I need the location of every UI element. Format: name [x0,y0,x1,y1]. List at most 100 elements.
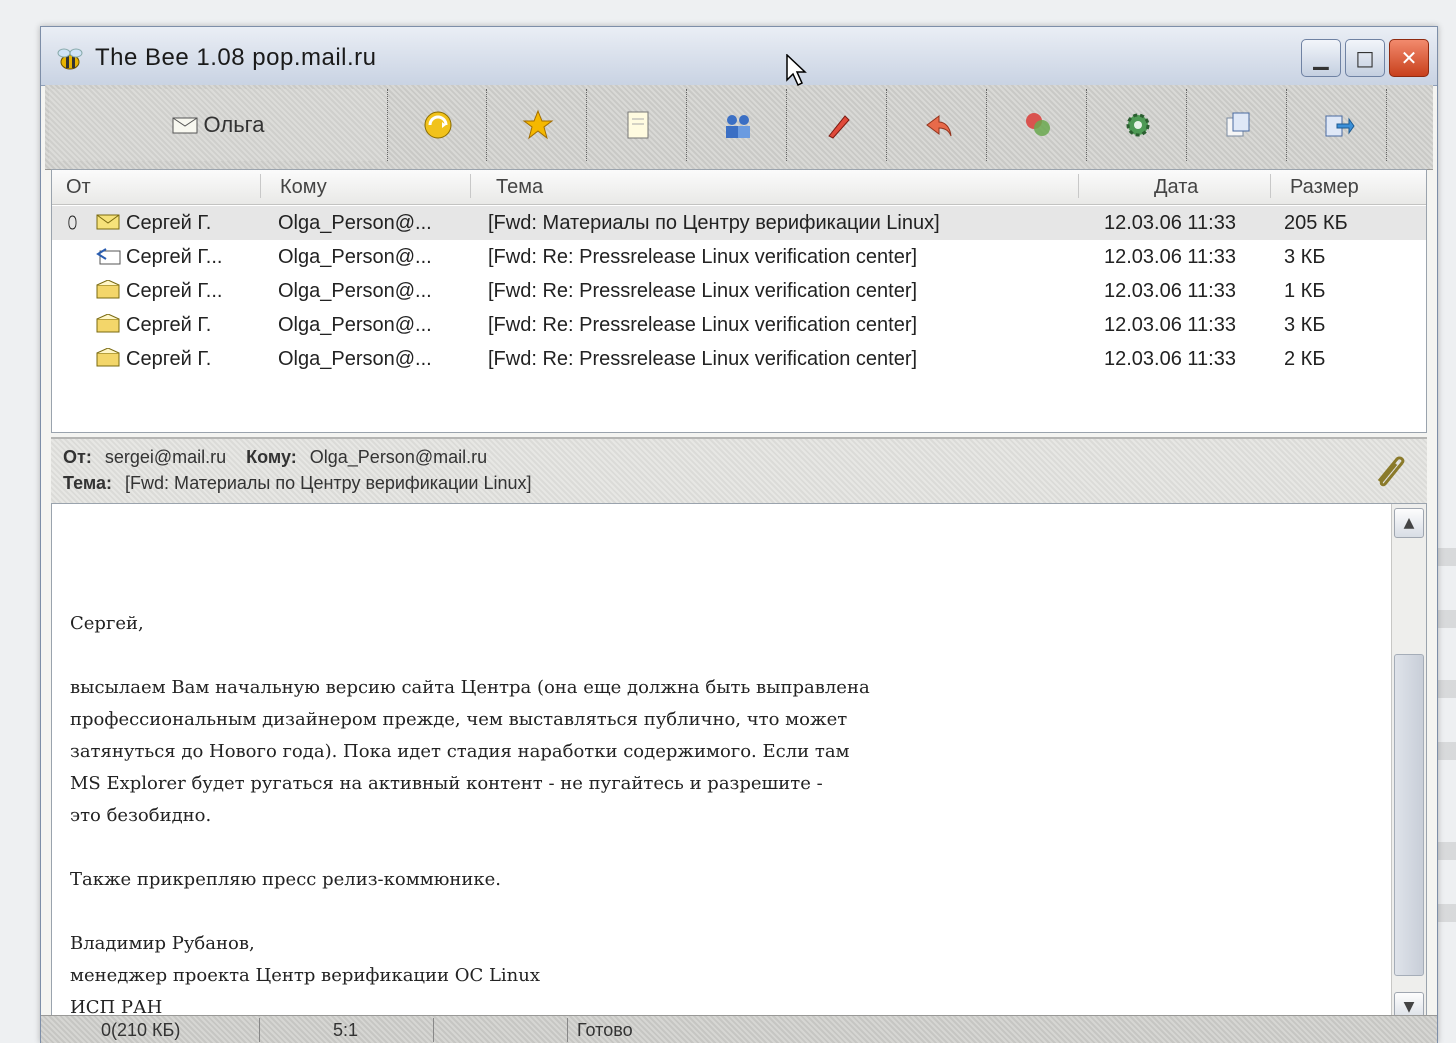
attachment-flag-icon: 𝟶 [66,212,79,234]
status-separator [259,1018,260,1042]
forward-button[interactable] [1290,89,1387,161]
maximize-icon: □ [1355,46,1375,70]
paperclip-attachment-icon[interactable] [1369,451,1409,491]
row-date: 12.03.06 11:33 [1104,212,1236,234]
message-list-header: От Кому Тема Дата Размер [52,170,1426,205]
mailbox-icon [172,117,198,134]
column-to[interactable]: Кому [280,176,327,199]
mouse-cursor-icon [786,54,807,87]
envelope-read-icon [96,280,120,299]
row-to: Olga_Person@... [278,348,432,370]
copy-button[interactable] [1190,89,1287,161]
row-to: Olga_Person@... [278,280,432,302]
row-from: Сергей Г. [126,212,212,234]
column-separator [1270,174,1271,198]
send-receive-button[interactable] [390,89,487,161]
edit-button[interactable] [790,89,887,161]
status-position: 5:1 [333,1020,359,1040]
column-size[interactable]: Размер [1290,176,1359,199]
row-from: Сергей Г... [126,280,223,302]
address-book-button[interactable] [690,89,787,161]
to-label: Кому: [246,447,297,467]
from-value: sergei@mail.ru [104,447,227,467]
minimize-button[interactable]: ▁ [1301,39,1341,77]
window-title: The Bee 1.08 pop.mail.ru [95,44,377,71]
row-date: 12.03.06 11:33 [1104,314,1236,336]
new-message-icon [627,111,649,139]
forward-icon [1325,115,1355,137]
row-size: 2 КБ [1284,348,1326,370]
row-date: 12.03.06 11:33 [1104,348,1236,370]
mail-client-window: The Bee 1.08 pop.mail.ru ▁ □ ✕ Ольга От … [40,26,1438,1043]
account-label: Ольга [203,112,265,137]
status-separator [433,1018,434,1042]
envelope-read-icon [96,314,120,333]
envelope-read-icon [96,348,120,367]
row-size: 3 КБ [1284,246,1326,268]
filter-button[interactable] [990,89,1087,161]
maximize-button[interactable]: □ [1345,39,1385,77]
message-row[interactable]: Сергей Г... Olga_Person@... [Fwd: Re: Pr… [52,274,1426,308]
new-message-button[interactable] [590,89,687,161]
row-from: Сергей Г. [126,348,212,370]
scrollbar-thumb[interactable] [1394,654,1424,976]
settings-button[interactable] [1090,89,1187,161]
vertical-scrollbar[interactable]: ▲ ▼ [1391,504,1426,1024]
message-row[interactable]: Сергей Г. Olga_Person@... [Fwd: Re: Pres… [52,308,1426,342]
body-paragraph: высылаем Вам начальную версию сайта Цент… [70,677,870,826]
reply-envelope-icon [96,248,121,265]
send-receive-icon [424,111,452,139]
status-count: 0(210 КБ) [101,1020,181,1040]
close-icon: ✕ [1400,46,1418,70]
preview-subject: Тема: [Fwd: Материалы по Центру верифика… [63,473,532,494]
message-list[interactable]: От Кому Тема Дата Размер 𝟶 Сергей Г. Olg… [51,169,1427,433]
bee-app-icon [57,48,83,70]
row-subject: [Fwd: Re: Pressrelease Linux verificatio… [488,280,918,302]
message-row[interactable]: Сергей Г... Olga_Person@... [Fwd: Re: Pr… [52,240,1426,274]
column-separator [260,174,261,198]
copy-icon [1226,112,1250,137]
title-bar[interactable]: The Bee 1.08 pop.mail.ru ▁ □ ✕ [41,27,1437,86]
to-value: Olga_Person@mail.ru [309,447,488,467]
row-subject: [Fwd: Re: Pressrelease Linux verificatio… [488,314,918,336]
star-button[interactable] [490,89,587,161]
settings-gear-icon [1126,113,1150,137]
status-bar: 0(210 КБ) 5:1 Готово [41,1015,1437,1043]
row-subject: [Fwd: Re: Pressrelease Linux verificatio… [488,348,918,370]
column-date[interactable]: Дата [1154,176,1198,199]
edit-icon [828,115,850,139]
reply-icon [926,115,952,137]
row-date: 12.03.06 11:33 [1104,280,1236,302]
column-separator [1078,174,1079,198]
row-subject: [Fwd: Материалы по Центру верификации Li… [488,212,940,234]
preview-from-to: От: sergei@mail.ru Кому: Olga_Person@mai… [63,447,487,468]
row-to: Olga_Person@... [278,246,432,268]
address-book-icon [726,115,750,138]
row-subject: [Fwd: Re: Pressrelease Linux verificatio… [488,246,918,268]
close-button[interactable]: ✕ [1389,39,1429,77]
envelope-attachment-icon [96,214,120,230]
preview-header: От: sergei@mail.ru Кому: Olga_Person@mai… [51,437,1427,504]
message-row[interactable]: Сергей Г. Olga_Person@... [Fwd: Re: Pres… [52,342,1426,376]
toolbar: Ольга [45,85,1433,170]
scroll-up-button[interactable]: ▲ [1394,508,1424,538]
column-from[interactable]: От [66,176,91,199]
row-to: Olga_Person@... [278,212,432,234]
body-paragraph: Также прикрепляю пресс релиз-коммюнике. [70,869,501,890]
row-size: 1 КБ [1284,280,1326,302]
column-subject[interactable]: Тема [496,176,543,199]
reply-button[interactable] [890,89,987,161]
subject-value: [Fwd: Материалы по Центру верификации Li… [124,473,532,493]
row-size: 205 КБ [1284,212,1348,234]
subject-label: Тема: [63,473,112,493]
row-from: Сергей Г. [126,314,212,336]
message-row[interactable]: 𝟶 Сергей Г. Olga_Person@... [Fwd: Матери… [52,206,1426,240]
status-state: Готово [577,1020,633,1040]
account-button[interactable]: Ольга [49,89,388,161]
from-label: От: [63,447,92,467]
filter-icon [1026,113,1050,136]
message-body-text: Сергей, высылаем Вам начальную версию са… [70,608,1366,1024]
column-separator [470,174,471,198]
message-body[interactable]: Сергей, высылаем Вам начальную версию са… [51,503,1427,1027]
chevron-down-icon: ▼ [1403,999,1415,1015]
